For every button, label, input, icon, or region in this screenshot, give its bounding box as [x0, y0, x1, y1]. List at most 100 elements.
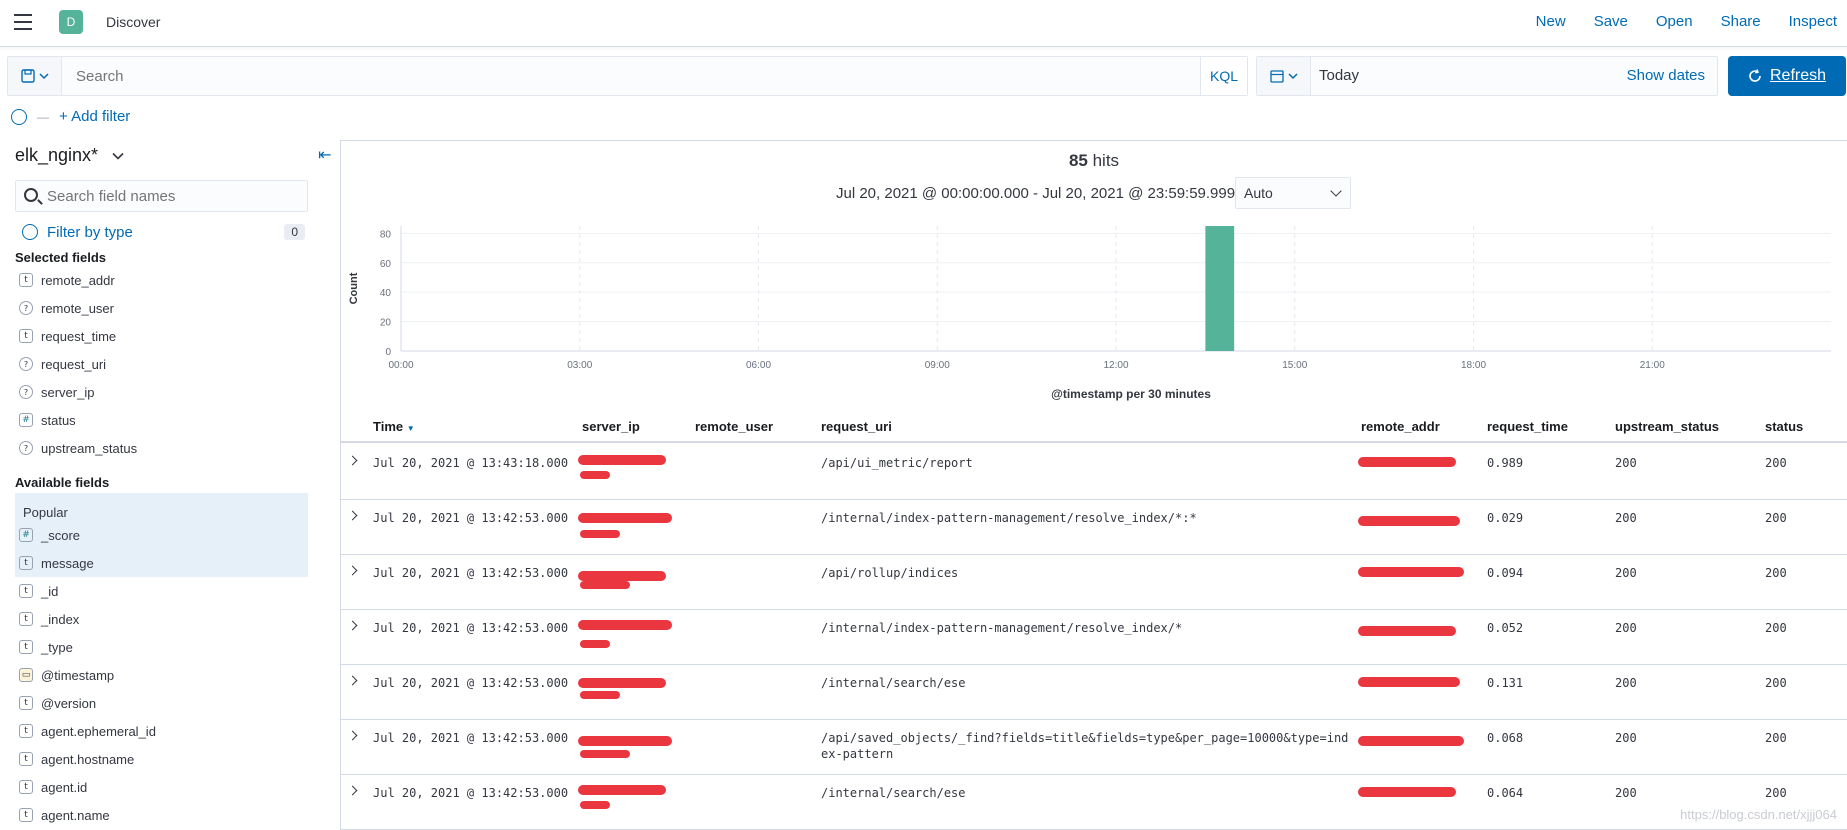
open-link[interactable]: Open: [1656, 13, 1693, 30]
table-row[interactable]: Jul 20, 2021 @ 13:42:53.000/internal/sea…: [341, 665, 1847, 720]
string-type-icon: t: [19, 329, 33, 343]
field-item[interactable]: t remote_addr: [15, 266, 308, 294]
field-item[interactable]: ? server_ip: [15, 378, 308, 406]
saved-query-button[interactable]: [8, 57, 62, 95]
redaction-mark: [580, 640, 610, 648]
field-item[interactable]: t _id: [15, 577, 308, 605]
field-item[interactable]: t _index: [15, 605, 308, 633]
request-uri-cell: /internal/index-pattern-management/resol…: [821, 510, 1197, 526]
field-item[interactable]: t message: [15, 549, 308, 577]
request-time-cell: 0.068: [1487, 731, 1524, 745]
available-fields-title: Available fields: [15, 475, 110, 490]
search-input[interactable]: [68, 57, 1198, 95]
index-pattern-selector[interactable]: elk_nginx*: [15, 145, 124, 166]
top-header: D Discover New Save Open Share Inspect: [0, 0, 1847, 47]
field-item[interactable]: ? request_uri: [15, 350, 308, 378]
request-uri-line: /internal/search/ese: [821, 786, 966, 800]
expand-row-icon[interactable]: [347, 455, 358, 466]
share-link[interactable]: Share: [1721, 13, 1761, 30]
field-item[interactable]: ? upstream_status: [15, 434, 308, 462]
interval-select[interactable]: Auto: [1235, 177, 1351, 209]
status-cell: 200: [1765, 456, 1787, 470]
table-row[interactable]: Jul 20, 2021 @ 13:42:53.000/internal/sea…: [341, 775, 1847, 830]
field-item[interactable]: t agent.name: [15, 801, 308, 829]
date-range-value[interactable]: Today: [1319, 67, 1359, 84]
upstream-status-cell: 200: [1615, 786, 1637, 800]
expand-row-icon[interactable]: [347, 675, 358, 686]
field-item[interactable]: ? remote_user: [15, 294, 308, 322]
refresh-button[interactable]: Refresh: [1728, 56, 1846, 96]
string-type-icon: t: [19, 808, 33, 822]
expand-row-icon[interactable]: [347, 620, 358, 631]
time-cell: Jul 20, 2021 @ 13:42:53.000: [373, 621, 569, 635]
redaction-mark: [580, 750, 630, 758]
collapse-sidebar-icon[interactable]: ⇤: [318, 145, 331, 165]
show-dates-link[interactable]: Show dates: [1627, 67, 1705, 84]
column-label: upstream_status: [1615, 419, 1720, 434]
field-item[interactable]: ▭ @timestamp: [15, 661, 308, 689]
expand-row-icon[interactable]: [347, 785, 358, 796]
add-filter-button[interactable]: + Add filter: [59, 108, 130, 125]
request-uri-cell: /internal/search/ese: [821, 675, 966, 691]
redaction-mark: [1358, 787, 1456, 797]
field-item[interactable]: t _type: [15, 633, 308, 661]
table-row[interactable]: Jul 20, 2021 @ 13:42:53.000/api/saved_ob…: [341, 720, 1847, 775]
field-item[interactable]: t agent.hostname: [15, 745, 308, 773]
field-item[interactable]: t request_time: [15, 322, 308, 350]
field-name: _type: [41, 639, 73, 655]
field-name: request_uri: [41, 356, 107, 372]
string-type-icon: t: [19, 584, 33, 598]
kql-toggle[interactable]: KQL: [1200, 57, 1247, 95]
col-request-time-header[interactable]: request_time: [1487, 419, 1568, 434]
table-row[interactable]: Jul 20, 2021 @ 13:42:53.000/api/rollup/i…: [341, 555, 1847, 610]
string-type-icon: t: [19, 273, 33, 287]
col-remote-user-header[interactable]: remote_user: [695, 419, 773, 434]
col-time-header[interactable]: Time ▼: [373, 419, 415, 434]
field-name: message: [41, 555, 94, 571]
filter-options-icon[interactable]: [11, 108, 27, 125]
table-row[interactable]: Jul 20, 2021 @ 13:42:53.000/internal/ind…: [341, 500, 1847, 555]
expand-row-icon[interactable]: [347, 730, 358, 741]
col-request-uri-header[interactable]: request_uri: [821, 419, 892, 434]
new-link[interactable]: New: [1536, 13, 1566, 30]
table-row[interactable]: Jul 20, 2021 @ 13:43:18.000/api/ui_metri…: [341, 445, 1847, 500]
time-cell: Jul 20, 2021 @ 13:42:53.000: [373, 676, 569, 690]
column-label: request_uri: [821, 419, 892, 434]
request-time-cell: 0.131: [1487, 676, 1524, 690]
chevron-down-icon: [1287, 73, 1298, 80]
time-cell: Jul 20, 2021 @ 13:43:18.000: [373, 456, 569, 470]
expand-row-icon[interactable]: [347, 565, 358, 576]
time-cell: Jul 20, 2021 @ 13:42:53.000: [373, 731, 569, 745]
field-search-input[interactable]: [47, 181, 302, 211]
col-status-header[interactable]: status: [1765, 419, 1803, 434]
field-item[interactable]: t agent.ephemeral_id: [15, 717, 308, 745]
unknown-type-icon: ?: [19, 301, 33, 315]
time-cell: Jul 20, 2021 @ 13:42:53.000: [373, 566, 569, 580]
col-upstream-status-header[interactable]: upstream_status: [1615, 419, 1719, 434]
field-name: agent.hostname: [41, 751, 135, 767]
space-avatar[interactable]: D: [59, 10, 83, 34]
field-item[interactable]: t @version: [15, 689, 308, 717]
col-remote-addr-header[interactable]: remote_addr: [1361, 419, 1440, 434]
y-axis-title: Count: [348, 272, 360, 304]
y-tick-label: 0: [385, 347, 391, 358]
sort-desc-icon[interactable]: ▼: [407, 424, 415, 433]
inspect-link[interactable]: Inspect: [1789, 13, 1837, 30]
quick-date-button[interactable]: [1257, 57, 1311, 95]
expand-row-icon[interactable]: [347, 510, 358, 521]
field-item[interactable]: t agent.id: [15, 773, 308, 801]
table-row[interactable]: Jul 20, 2021 @ 13:42:53.000/internal/ind…: [341, 610, 1847, 665]
selected-fields-title: Selected fields: [15, 250, 107, 265]
histogram-chart: 0 20 40 60 80 00:00 03:00 06:00 09:00 12:00 15:00 1…: [348, 226, 1831, 401]
status-cell: 200: [1765, 676, 1787, 690]
col-server-ip-header[interactable]: server_ip: [582, 419, 640, 434]
filter-by-type[interactable]: Filter by type 0: [22, 220, 305, 244]
save-link[interactable]: Save: [1594, 13, 1628, 30]
field-name: server_ip: [41, 384, 95, 400]
field-item[interactable]: # status: [15, 406, 308, 434]
menu-icon[interactable]: [14, 14, 32, 30]
redaction-mark: [1358, 626, 1456, 636]
string-type-icon: t: [19, 780, 33, 794]
status-cell: 200: [1765, 621, 1787, 635]
field-item[interactable]: # _score: [15, 521, 308, 549]
